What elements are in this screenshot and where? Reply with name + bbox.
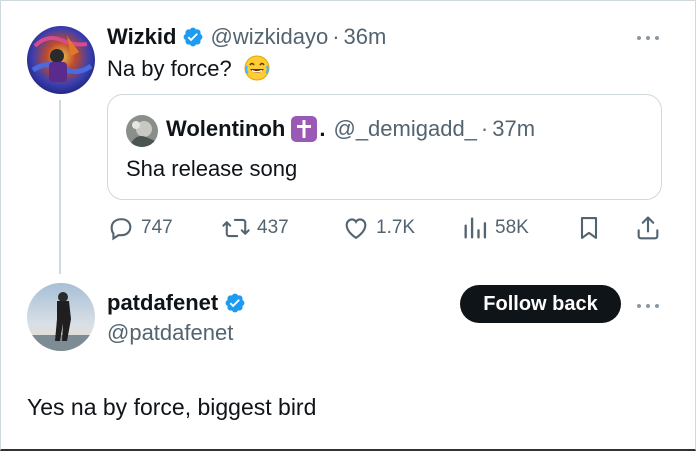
dot-separator: · bbox=[480, 116, 489, 141]
wolentinoh-display-name[interactable]: Wolentinoh bbox=[166, 116, 285, 142]
wizkid-display-name[interactable]: Wizkid bbox=[107, 24, 176, 50]
views-button[interactable]: 58K bbox=[461, 210, 529, 246]
thread-connector-line bbox=[59, 100, 61, 274]
retweet-button[interactable]: 437 bbox=[221, 210, 289, 246]
wizkid-name-row: Wizkid @wizkidayo · 36m bbox=[107, 24, 386, 50]
follow-back-button[interactable]: Follow back bbox=[460, 285, 621, 323]
bookmark-button[interactable] bbox=[575, 210, 603, 246]
share-button[interactable] bbox=[634, 210, 662, 246]
tweet-action-bar: 747 437 1.7K 58K bbox=[107, 210, 662, 246]
bookmark-icon bbox=[575, 214, 603, 242]
wolentinoh-name-suffix: . bbox=[319, 116, 326, 141]
wizkid-avatar[interactable] bbox=[27, 26, 95, 94]
patdafenet-handle[interactable]: @patdafenet bbox=[107, 320, 233, 346]
like-button[interactable]: 1.7K bbox=[342, 210, 415, 246]
heart-icon bbox=[342, 214, 370, 242]
more-horizontal-icon[interactable] bbox=[636, 294, 660, 315]
quoted-tweet-card[interactable] bbox=[107, 94, 662, 200]
wizkid-tweet-text: Na by force? bbox=[107, 55, 270, 82]
reply-count: 747 bbox=[141, 217, 173, 238]
face-with-tears-of-joy-icon bbox=[244, 55, 270, 81]
views-count: 58K bbox=[495, 217, 529, 238]
wolentinoh-avatar[interactable] bbox=[126, 115, 158, 147]
more-horizontal-icon[interactable] bbox=[636, 26, 660, 47]
wizkid-tweet-text-body: Na by force? bbox=[107, 56, 232, 81]
reply-button[interactable]: 747 bbox=[107, 210, 173, 246]
latin-cross-icon bbox=[291, 116, 318, 142]
patdafenet-avatar[interactable] bbox=[27, 283, 95, 351]
share-icon bbox=[634, 214, 662, 242]
wizkid-timestamp[interactable]: 36m bbox=[344, 24, 387, 50]
dot-separator: · bbox=[332, 24, 340, 49]
quoted-tweet-text: Sha release song bbox=[126, 156, 298, 181]
reply-icon bbox=[107, 214, 135, 242]
wolentinoh-handle[interactable]: @_demigadd_ bbox=[333, 116, 476, 142]
like-count: 1.7K bbox=[376, 217, 416, 238]
views-chart-icon bbox=[461, 214, 489, 242]
wizkid-handle[interactable]: @wizkidayo bbox=[210, 24, 328, 50]
verified-badge-icon bbox=[224, 292, 246, 314]
reply-tweet-text: Yes na by force, biggest bird bbox=[27, 394, 317, 420]
wolentinoh-name-row: Wolentinoh . @_demigadd_ · 37m bbox=[166, 116, 535, 142]
retweet-icon bbox=[221, 214, 251, 242]
patdafenet-display-name[interactable]: patdafenet bbox=[107, 290, 218, 316]
wolentinoh-timestamp[interactable]: 37m bbox=[492, 116, 535, 142]
verified-badge-icon bbox=[182, 26, 204, 48]
patdafenet-name-row: patdafenet bbox=[107, 290, 252, 316]
retweet-count: 437 bbox=[257, 217, 289, 238]
